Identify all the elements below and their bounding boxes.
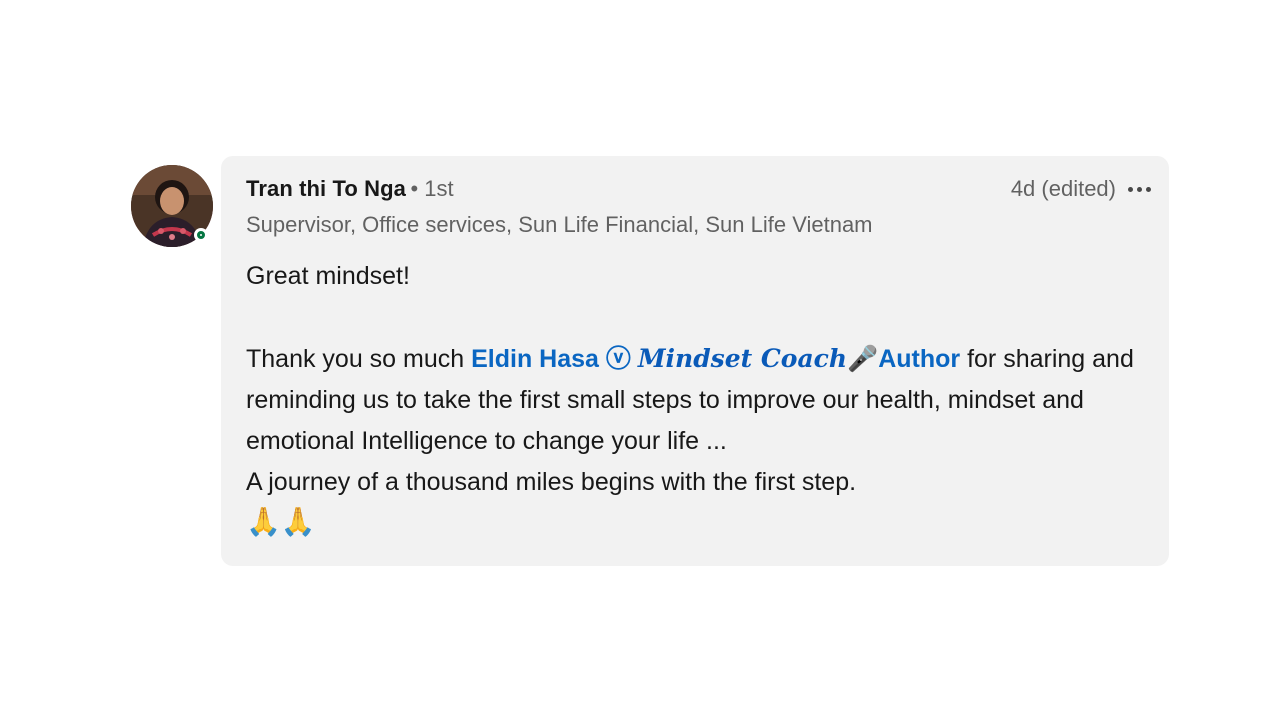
comment-bubble: Tran thi To Nga • 1st 4d (edited) Superv… <box>221 156 1169 566</box>
thanks-prefix: Thank you so much <box>246 345 472 373</box>
author-avatar[interactable] <box>131 165 213 247</box>
comment-body: Great mindset! Thank you so much Eldin H… <box>246 256 1156 541</box>
comment-line: Great mindset! <box>246 262 410 290</box>
comment-timestamp: 4d (edited) <box>1010 176 1116 201</box>
mention-name: Eldin Hasa ⓥ <box>471 345 638 373</box>
comment-meta: 4d (edited) <box>1011 176 1151 202</box>
comment-paragraph: Thank you so much Eldin Hasa ⓥ 𝑴𝒊𝒏𝒅𝒔𝒆𝒕 𝑪… <box>246 338 1156 462</box>
comment-quote: A journey of a thousand miles begins wit… <box>246 468 857 496</box>
mention-link[interactable]: Eldin Hasa ⓥ 𝑴𝒊𝒏𝒅𝒔𝒆𝒕 𝑪𝒐𝒂𝒄𝒉🎤Author <box>471 344 961 373</box>
praying-hands-icon: 🙏🙏 <box>246 506 316 537</box>
comment-header: Tran thi To Nga • 1st 4d (edited) <box>246 176 1151 204</box>
more-options-icon[interactable] <box>1128 177 1151 201</box>
mention-suffix: Author <box>878 345 961 373</box>
author-name[interactable]: Tran thi To Nga <box>246 176 406 201</box>
author-headline: Supervisor, Office services, Sun Life Fi… <box>246 212 873 237</box>
microphone-icon: 🎤 <box>847 345 879 373</box>
mention-title: 𝑴𝒊𝒏𝒅𝒔𝒆𝒕 𝑪𝒐𝒂𝒄𝒉 <box>637 344 848 373</box>
connection-degree: • 1st <box>410 176 454 201</box>
online-status-icon <box>194 228 208 242</box>
